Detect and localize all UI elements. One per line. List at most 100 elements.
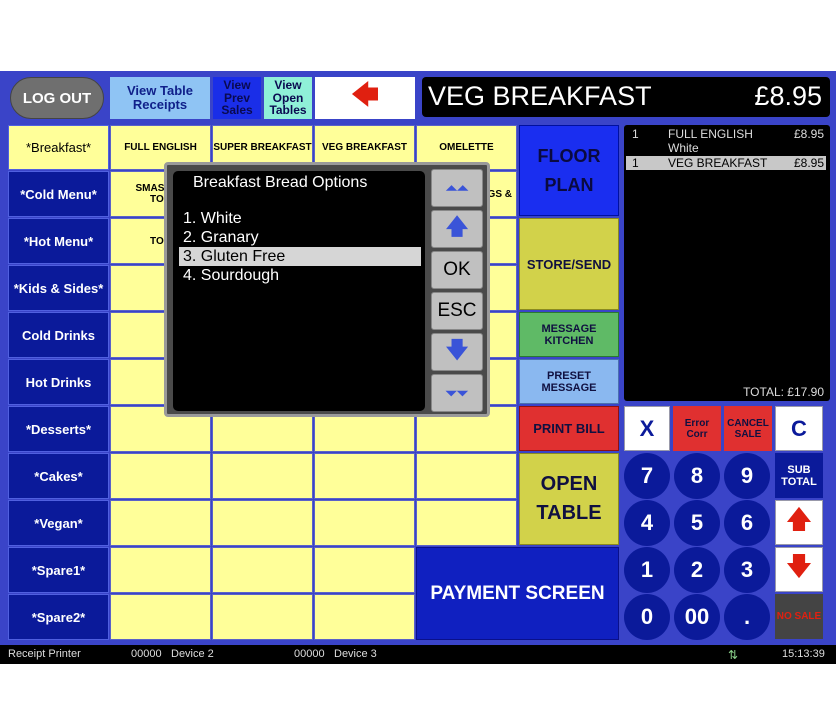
category-spare1[interactable]: *Spare1* [8,547,109,593]
no-sale-button[interactable]: NO SALE [775,594,823,639]
cancel-sale-button[interactable]: CANCEL SALE [724,406,772,451]
page-down-button[interactable]: ⏷⏷ [431,374,483,412]
device3-label: Device 3 [334,648,377,660]
logout-button[interactable]: LOG OUT [10,77,104,119]
double-up-icon: ⏶⏶ [445,179,469,196]
arrow-left-icon: 🡄 [350,79,380,110]
view-open-tables-button[interactable]: View Open Tables [264,77,312,119]
error-corr-button[interactable]: Error Corr [673,406,721,451]
current-item-display: VEG BREAKFAST £8.95 [422,77,830,117]
view-prev-sales-button[interactable]: View Prev Sales [213,77,261,119]
category-cakes[interactable]: *Cakes* [8,453,109,499]
key-00[interactable]: 00 [674,594,720,640]
label: TOTAL [781,475,817,488]
option-item[interactable]: 1. White [179,209,421,228]
menu-item-cell[interactable] [212,547,313,593]
category-kids-sides[interactable]: *Kids & Sides* [8,265,109,311]
key-1[interactable]: 1 [624,547,670,593]
arrow-up-icon: 🡅 [445,214,469,239]
label: View [223,78,251,93]
key-5[interactable]: 5 [674,500,720,546]
line-price: £8.95 [793,127,824,141]
device2-code: 00000 [131,648,162,660]
key-8[interactable]: 8 [674,453,720,499]
menu-item-cell[interactable] [110,547,211,593]
menu-item-cell[interactable] [212,500,313,546]
option-item-selected[interactable]: 3. Gluten Free [179,247,421,266]
device2-label: Device 2 [171,648,214,660]
key-c[interactable]: C [775,406,823,451]
menu-item-cell[interactable] [416,500,517,546]
label: Error [684,417,710,429]
category-breakfast[interactable]: *Breakfast* [8,125,109,170]
up-button[interactable]: 🡅 [431,210,483,248]
receipt-line-selected[interactable]: 1 VEG BREAKFAST £8.95 [626,156,826,170]
menu-item-cell[interactable] [314,500,415,546]
line-price: £8.95 [793,156,824,170]
menu-item-cell[interactable] [110,453,211,499]
option-item[interactable]: 2. Granary [179,228,421,247]
store-send-button[interactable]: STORE/SEND [519,218,619,310]
key-4[interactable]: 4 [624,500,670,546]
category-cold-menu[interactable]: *Cold Menu* [8,171,109,217]
receipt-line[interactable]: 1 FULL ENGLISH £8.95 [626,127,826,141]
receipt-total: TOTAL: £17.90 [743,385,824,399]
category-spare2[interactable]: *Spare2* [8,594,109,640]
key-7[interactable]: 7 [624,453,670,499]
print-bill-button[interactable]: PRINT BILL [519,406,619,451]
line-name: VEG BREAKFAST [668,156,768,170]
key-6[interactable]: 6 [724,500,770,546]
label: Tables [269,103,307,118]
line-qty: 1 [632,156,639,170]
page-up-button[interactable]: ⏶⏶ [431,169,483,207]
down-button[interactable]: 🡇 [431,333,483,371]
category-vegan[interactable]: *Vegan* [8,500,109,546]
arrow-up-icon: 🡅 [785,503,813,534]
label: Sales [221,103,253,118]
menu-item-cell[interactable] [110,500,211,546]
double-down-icon: ⏷⏷ [445,384,469,401]
device3-code: 00000 [294,648,325,660]
options-list: Breakfast Bread Options 1. White 2. Gran… [173,171,425,411]
key-2[interactable]: 2 [674,547,720,593]
option-item[interactable]: 4. Sourdough [179,266,421,285]
label: PLAN [544,174,594,195]
current-item-price: £8.95 [754,81,822,111]
status-bar: Receipt Printer 00000 Device 2 00000 Dev… [0,645,836,664]
view-table-receipts-button[interactable]: View Table Receipts [110,77,210,119]
menu-item-cell[interactable] [110,594,211,640]
key-3[interactable]: 3 [724,547,770,593]
label: View Table [127,83,193,99]
menu-item-cell[interactable] [314,594,415,640]
preset-message-button[interactable]: PRESET MESSAGE [519,359,619,404]
category-hot-drinks[interactable]: Hot Drinks [8,359,109,405]
label: SUB [787,463,811,476]
pos-screen: LOG OUT View Table Receipts View Prev Sa… [0,71,836,664]
key-0[interactable]: 0 [624,594,670,640]
arrow-down-icon: 🡇 [445,337,469,362]
bread-options-dialog: Breakfast Bread Options 1. White 2. Gran… [164,162,490,417]
category-cold-drinks[interactable]: Cold Drinks [8,312,109,358]
network-icon: ⇅ [728,648,739,662]
key-x[interactable]: X [624,406,670,451]
subtotal-button[interactable]: SUB TOTAL [775,453,823,498]
ok-button[interactable]: OK [431,251,483,289]
key-9[interactable]: 9 [724,453,770,499]
esc-button[interactable]: ESC [431,292,483,330]
scroll-up-button[interactable]: 🡅 [775,500,823,545]
category-hot-menu[interactable]: *Hot Menu* [8,218,109,264]
menu-item-cell[interactable] [314,453,415,499]
message-kitchen-button[interactable]: MESSAGE KITCHEN [519,312,619,357]
menu-item-cell[interactable] [314,547,415,593]
menu-item-cell[interactable] [212,594,313,640]
key-decimal[interactable]: . [724,594,770,640]
menu-item-cell[interactable] [212,453,313,499]
label: FLOOR [537,145,601,166]
scroll-down-button[interactable]: 🡇 [775,547,823,592]
payment-screen-button[interactable]: PAYMENT SCREEN [416,547,619,640]
open-table-button[interactable]: OPEN TABLE [519,453,619,545]
menu-item-cell[interactable] [416,453,517,499]
floor-plan-button[interactable]: FLOOR PLAN [519,125,619,216]
category-desserts[interactable]: *Desserts* [8,406,109,452]
back-arrow-button[interactable]: 🡄 [315,77,415,119]
